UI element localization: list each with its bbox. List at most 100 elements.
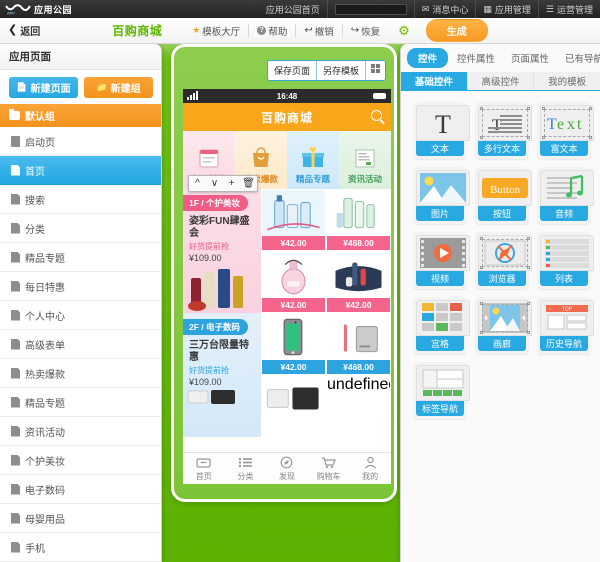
sidebar-page-item[interactable]: 启动页 bbox=[0, 127, 161, 156]
sidebar-page-item[interactable]: 高级表单 bbox=[0, 330, 161, 359]
page-icon bbox=[11, 338, 20, 350]
sidebar-page-item[interactable]: 每日特惠 bbox=[0, 272, 161, 301]
phone-floor-section[interactable]: 2F / 电子数码 三万台限量特惠 好货提前抢 ¥109.00 ¥42.00 ¥468.0… bbox=[183, 313, 391, 437]
brand-logo[interactable]: APP 应用公园 bbox=[0, 3, 72, 16]
widget-item[interactable]: Te x t 富文本 bbox=[537, 102, 594, 159]
widget-label: 浏览器 bbox=[478, 271, 526, 286]
search-input[interactable] bbox=[334, 3, 407, 15]
sidebar-page-item[interactable]: 搜索 bbox=[0, 185, 161, 214]
widget-item[interactable]: TOP ‹ 历史导航 bbox=[537, 297, 594, 354]
canvas-grid-toggle[interactable] bbox=[366, 61, 385, 80]
product-image bbox=[327, 190, 390, 236]
floor-artwork bbox=[183, 389, 261, 405]
phone-tab-profile[interactable]: 我的 bbox=[349, 456, 391, 482]
phone-status-bar: 16:48 bbox=[183, 89, 391, 103]
canvas-save-toolbar: 保存页面 另存模板 bbox=[266, 60, 386, 81]
sidebar-page-item[interactable]: 首页 bbox=[0, 156, 161, 185]
product-card[interactable]: ¥42.00 bbox=[326, 251, 391, 313]
page-icon bbox=[11, 425, 20, 437]
page-plus-icon: 📄 bbox=[16, 82, 28, 92]
back-button[interactable]: ❮ 返回 bbox=[0, 23, 40, 39]
category-item[interactable]: 资讯活动 bbox=[339, 131, 391, 189]
widget-item[interactable]: T 多行文本 bbox=[475, 102, 532, 159]
signal-icon bbox=[187, 91, 198, 100]
settings-button[interactable]: ⚙ bbox=[388, 24, 420, 37]
search-icon[interactable] bbox=[371, 110, 382, 121]
widget-item[interactable]: 音频 bbox=[537, 167, 594, 224]
topbar-item-home[interactable]: 应用公园首页 bbox=[259, 0, 327, 18]
sidebar-page-item[interactable]: 精品专题 bbox=[0, 388, 161, 417]
phone-tab-home[interactable]: 首页 bbox=[183, 456, 225, 482]
sidebar-page-item[interactable]: 资讯活动 bbox=[0, 417, 161, 446]
move-down-button[interactable]: ∨ bbox=[206, 176, 223, 191]
save-template-button[interactable]: 另存模板 bbox=[316, 61, 366, 80]
product-card[interactable]: ¥42.00 bbox=[261, 313, 326, 375]
add-element-button[interactable]: + bbox=[223, 176, 240, 191]
product-card[interactable] bbox=[261, 375, 326, 437]
sidebar-page-item[interactable]: 个护美妆 bbox=[0, 446, 161, 475]
topbar-item-ops-management[interactable]: ☰ 运营管理 bbox=[537, 0, 600, 18]
panel-tab[interactable]: 控件属性 bbox=[450, 48, 502, 68]
template-hall-button[interactable]: ★ 模板大厅 bbox=[184, 24, 250, 38]
sidebar-page-item[interactable]: 分类 bbox=[0, 214, 161, 243]
category-item[interactable]: 精品专题 bbox=[287, 131, 339, 189]
phone-floor-section[interactable]: 1F / 个护美妆 姿彩FUN肆盛会 好货提前抢 ¥109.00 ¥42.00 ¥468.… bbox=[183, 189, 391, 313]
panel-subtab[interactable]: 高级控件 bbox=[467, 72, 535, 90]
widget-item[interactable]: 画廊 bbox=[475, 297, 532, 354]
topbar-item-messages[interactable]: ✉ 消息中心 bbox=[413, 0, 476, 18]
floor-banner[interactable]: 2F / 电子数码 三万台限量特惠 好货提前抢 ¥109.00 bbox=[183, 313, 261, 437]
new-group-button[interactable]: 📁 新建组 bbox=[84, 77, 153, 98]
product-card[interactable]: ¥468.00 bbox=[326, 189, 391, 251]
sidebar-page-label: 搜索 bbox=[25, 195, 45, 207]
phone-tab-discover[interactable]: 发现 bbox=[266, 456, 308, 482]
product-card[interactable]: ¥468.00 bbox=[326, 313, 391, 375]
sidebar-page-item[interactable]: 热卖爆款 bbox=[0, 359, 161, 388]
sidebar-page-label: 分类 bbox=[25, 224, 45, 236]
panel-subtab[interactable]: 基础控件 bbox=[401, 72, 468, 90]
template-hall-label: 模板大厅 bbox=[202, 26, 241, 38]
topbar-nav: 应用公园首页 ✉ 消息中心 ▦ 应用管理 ☰ 运营管理 bbox=[259, 0, 600, 18]
floor-title: 姿彩FUN肆盛会 bbox=[189, 216, 250, 239]
panel-subtab[interactable]: 我的模板 bbox=[534, 72, 600, 90]
floor-banner[interactable]: 1F / 个护美妆 姿彩FUN肆盛会 好货提前抢 ¥109.00 bbox=[183, 189, 261, 313]
sidebar-page-item[interactable]: 母婴用品 bbox=[0, 504, 161, 533]
sidebar-group-default[interactable]: 默认组 bbox=[0, 104, 161, 127]
widget-grid: T 文本 T 多行文本 Te x t 富文本图片 Button 按钮 音频视频 浏览器 列表宫格 画廊 TO… bbox=[401, 91, 600, 419]
rich-text-icon: Text bbox=[540, 105, 594, 141]
product-card[interactable]: undefined bbox=[326, 375, 391, 437]
phone-tab-category[interactable]: 分类 bbox=[225, 456, 267, 482]
widget-item[interactable]: 图片 bbox=[413, 167, 470, 224]
widget-item[interactable]: 浏览器 bbox=[475, 232, 532, 289]
widget-item[interactable]: 标签导航 bbox=[413, 362, 470, 419]
panel-tab[interactable]: 页面属性 bbox=[504, 48, 556, 68]
new-page-button[interactable]: 📄 新建页面 bbox=[9, 77, 78, 98]
move-up-button[interactable]: ^ bbox=[189, 176, 206, 191]
topbar-item-app-management[interactable]: ▦ 应用管理 bbox=[475, 0, 538, 18]
redo-button[interactable]: ↪ 恢复 bbox=[343, 24, 388, 38]
delete-element-button[interactable]: 🗑 bbox=[240, 176, 257, 191]
widget-item[interactable]: 宫格 bbox=[413, 297, 470, 354]
widget-item[interactable]: Button 按钮 bbox=[475, 167, 532, 224]
widget-panel: 控件 控件属性 页面属性 已有导航 基础控件 高级控件 我的模板 T 文本 T 多行文本 Te x t… bbox=[400, 44, 600, 562]
product-card[interactable]: ¥42.00 bbox=[261, 251, 326, 313]
floor-subtitle: 好货提前抢 bbox=[189, 242, 229, 251]
browser-icon bbox=[478, 235, 532, 271]
sidebar-page-item[interactable]: 精品专题 bbox=[0, 243, 161, 272]
sidebar-page-item[interactable]: 电子数码 bbox=[0, 475, 161, 504]
topbar-search[interactable] bbox=[326, 0, 414, 18]
help-button[interactable]: ? 帮助 bbox=[249, 24, 297, 38]
phone-tab-cart[interactable]: 购物车 bbox=[308, 456, 350, 482]
sidebar-page-item[interactable]: 手机 bbox=[0, 533, 161, 562]
sidebar-page-item[interactable]: 个人中心 bbox=[0, 301, 161, 330]
generate-button[interactable]: 生成 bbox=[425, 19, 488, 42]
widget-item[interactable]: 列表 bbox=[537, 232, 594, 289]
help-label: 帮助 bbox=[268, 26, 288, 38]
widget-item[interactable]: 视频 bbox=[413, 232, 470, 289]
widget-item[interactable]: T 文本 bbox=[413, 102, 470, 159]
panel-tab[interactable]: 控件 bbox=[407, 48, 449, 68]
undo-button[interactable]: ↩ 撤销 bbox=[296, 24, 343, 38]
save-page-button[interactable]: 保存页面 bbox=[267, 61, 317, 80]
product-card[interactable]: ¥42.00 bbox=[261, 189, 326, 251]
sidebar-page-label: 电子数码 bbox=[25, 485, 65, 497]
panel-tab[interactable]: 已有导航 bbox=[558, 48, 600, 68]
